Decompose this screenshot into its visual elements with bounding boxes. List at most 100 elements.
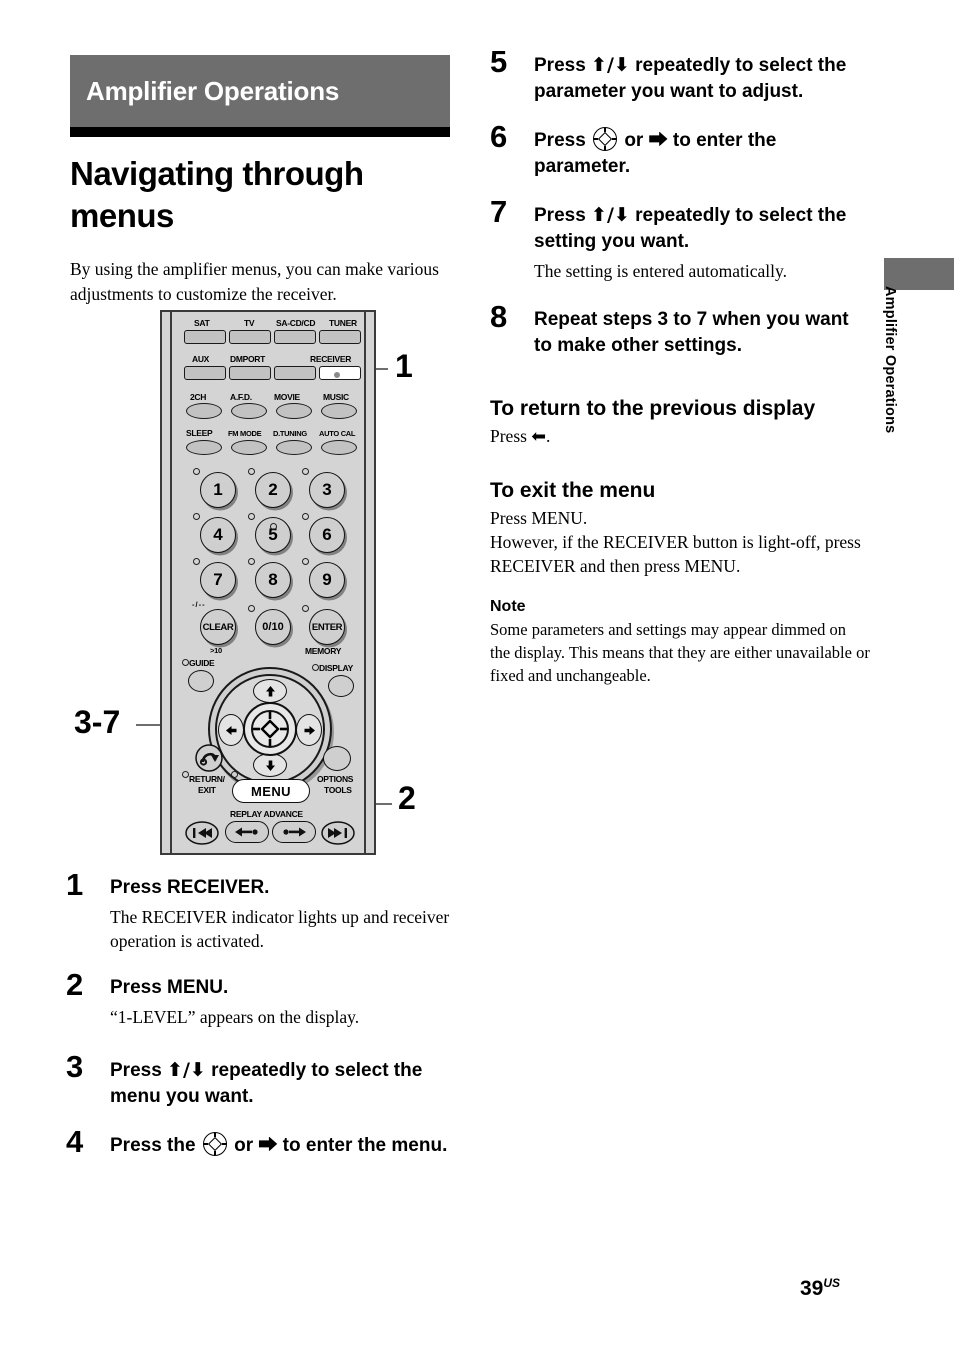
remote-button-tuner[interactable] xyxy=(319,330,361,344)
remote-label-receiver: RECEIVER xyxy=(310,354,352,364)
step-2-number: 2 xyxy=(66,967,84,1002)
remote-label-movie: MOVIE xyxy=(274,392,300,402)
remote-label-tv: TV xyxy=(244,318,255,328)
step-6-title: Press or ⮕ to enter the parameter. xyxy=(534,127,870,180)
side-tab-label: Amplifier Operations xyxy=(882,286,898,434)
remote-button-receiver[interactable] xyxy=(319,366,361,380)
return-body-pre: Press xyxy=(490,426,532,446)
remote-key-6[interactable]: 6 xyxy=(309,517,345,553)
remote-label-guide: GUIDE xyxy=(189,658,215,668)
remote-key-3[interactable]: 3 xyxy=(309,472,345,508)
remote-key-1[interactable]: 1 xyxy=(200,472,236,508)
step-6-title-pre: Press xyxy=(534,130,592,151)
remote-inner-panel: SAT TV SA-CD/CD TUNER AUX DMPORT RECEIVE… xyxy=(170,312,366,853)
return-dot xyxy=(182,771,189,778)
remote-label-display: DISPLAY xyxy=(319,663,353,673)
remote-label-return: RETURN/ xyxy=(189,774,225,784)
display-dot xyxy=(312,664,319,671)
callout-2: 2 xyxy=(398,780,416,816)
center-enter-icon xyxy=(593,127,618,151)
dpad-right-button[interactable] xyxy=(296,714,322,746)
remote-key-2[interactable]: 2 xyxy=(255,472,291,508)
dpad xyxy=(208,667,332,791)
step-3-number: 3 xyxy=(66,1049,84,1084)
remote-button-sleep[interactable] xyxy=(186,440,222,455)
step-7-title: Press ⬆/⬇ repeatedly to select the setti… xyxy=(534,202,870,255)
up-down-arrows-icon: ⬆/⬇ xyxy=(591,54,630,76)
remote-label-fmmode: FM MODE xyxy=(228,429,262,438)
key-dot-2 xyxy=(248,468,255,475)
remote-label-replay-advance: REPLAY ADVANCE xyxy=(230,809,303,819)
remote-label-dtuning: D.TUNING xyxy=(273,429,307,438)
dpad-down-button[interactable] xyxy=(253,753,287,777)
remote-button-movie[interactable] xyxy=(276,403,312,419)
remote-label-autocal: AUTO CAL xyxy=(319,429,356,438)
right-arrow-icon xyxy=(304,725,315,735)
step-4-number: 4 xyxy=(66,1124,84,1159)
step-4-title: Press the or ⮕ to enter the menu. xyxy=(110,1132,456,1159)
skip-forward-icon[interactable] xyxy=(321,821,355,845)
key-dot-8 xyxy=(248,558,255,565)
step-7: 7 Press ⬆/⬇ repeatedly to select the set… xyxy=(490,196,870,283)
remote-button-music[interactable] xyxy=(321,403,357,419)
step-6-number: 6 xyxy=(490,119,508,154)
receiver-indicator-dot xyxy=(334,372,340,378)
dpad-center-enter-button[interactable] xyxy=(243,702,297,756)
step-4: 4 Press the or ⮕ to enter the menu. xyxy=(66,1126,456,1159)
remote-button-dtuning[interactable] xyxy=(276,440,312,455)
remote-key-9[interactable]: 9 xyxy=(309,562,345,598)
remote-key-4[interactable]: 4 xyxy=(200,517,236,553)
return-arrow-icon[interactable] xyxy=(194,744,224,772)
remote-button-sat[interactable] xyxy=(184,330,226,344)
step-2-desc: “1-LEVEL” appears on the display. xyxy=(110,1007,360,1027)
exit-menu-line-1: Press MENU. xyxy=(490,508,588,528)
advance-arrow-icon xyxy=(283,827,306,837)
up-arrow-icon xyxy=(265,685,275,696)
key-dot-1 xyxy=(193,468,200,475)
remote-label-gt10: >10 xyxy=(210,646,222,655)
skip-back-icon[interactable] xyxy=(185,821,219,845)
key-dot-4 xyxy=(193,513,200,520)
step-6: 6 Press or ⮕ to enter the parameter. xyxy=(490,121,870,180)
remote-button-menu[interactable]: MENU xyxy=(232,779,310,803)
note-body: Some parameters and settings may appear … xyxy=(490,620,870,685)
page-title: Navigating through menus xyxy=(70,155,364,234)
step-4-title-pre: Press the xyxy=(110,1135,201,1156)
remote-key-clear[interactable]: CLEAR xyxy=(200,609,236,645)
remote-button-aux[interactable] xyxy=(184,366,226,380)
center-enter-icon xyxy=(253,712,287,746)
remote-button-advance[interactable] xyxy=(272,821,316,843)
remote-button-autocal[interactable] xyxy=(321,440,357,455)
remote-button-dmport[interactable] xyxy=(229,366,271,380)
remote-button-sacdcd[interactable] xyxy=(274,330,316,344)
step-4-title-post: or ⮕ to enter the menu. xyxy=(228,1135,448,1156)
step-8: 8 Repeat steps 3 to 7 when you want to m… xyxy=(490,301,870,359)
remote-label-aux: AUX xyxy=(192,354,210,364)
right-column: 5 Press ⬆/⬇ repeatedly to select the par… xyxy=(490,46,870,687)
remote-button-fmmode[interactable] xyxy=(231,440,267,455)
dpad-left-button[interactable] xyxy=(218,714,244,746)
remote-button-options-tools[interactable] xyxy=(323,746,351,771)
remote-button-display[interactable] xyxy=(328,675,354,697)
remote-button-tv[interactable] xyxy=(229,330,271,344)
guide-dot xyxy=(182,659,189,666)
up-down-arrows-icon: ⬆/⬇ xyxy=(167,1059,206,1081)
section-banner: Amplifier Operations xyxy=(70,55,450,127)
exit-menu-line-2: However, if the RECEIVER button is light… xyxy=(490,532,861,576)
remote-button-guide[interactable] xyxy=(188,670,214,692)
dpad-up-button[interactable] xyxy=(253,679,287,703)
note-heading: Note xyxy=(490,598,526,615)
remote-button-afd[interactable] xyxy=(231,403,267,419)
remote-button-blank-1[interactable] xyxy=(274,366,316,380)
center-enter-icon xyxy=(202,1132,227,1156)
remote-button-2ch[interactable] xyxy=(186,403,222,419)
remote-key-enter[interactable]: ENTER xyxy=(309,609,345,645)
remote-button-replay[interactable] xyxy=(225,821,269,843)
step-7-title-pre: Press xyxy=(534,205,592,226)
step-1-desc: The RECEIVER indicator lights up and rec… xyxy=(110,907,450,951)
key-dot-5 xyxy=(248,513,255,520)
remote-key-7[interactable]: 7 xyxy=(200,562,236,598)
remote-key-0-10[interactable]: 0/10 xyxy=(255,609,291,645)
step-8-number: 8 xyxy=(490,299,508,334)
remote-key-8[interactable]: 8 xyxy=(255,562,291,598)
